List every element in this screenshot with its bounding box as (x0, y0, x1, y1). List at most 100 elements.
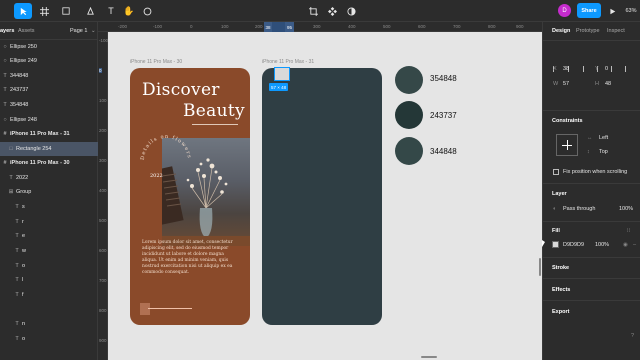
tab-assets[interactable]: Assets (18, 28, 35, 34)
ruler-tick: 900 (99, 338, 107, 343)
shape-tool-button[interactable] (58, 3, 74, 19)
ellipse-icon: ○ (3, 117, 7, 123)
layer-label: r (22, 219, 24, 225)
mouse-cursor-icon (542, 240, 545, 247)
layer-frame-31[interactable]: # iPhone 11 Pro Max - 31 (0, 127, 98, 141)
pen-tool-button[interactable] (82, 3, 98, 19)
frame-icon: # (3, 131, 7, 137)
help-icon[interactable]: ? (631, 333, 634, 339)
move-tool-button[interactable] (14, 3, 32, 19)
align-center-icon[interactable] (568, 66, 576, 72)
ruler-tick: 800 (99, 308, 107, 313)
ruler-tick: 100 (221, 24, 229, 29)
swatch-344848[interactable] (395, 137, 423, 165)
y-input[interactable]: 0 (605, 66, 608, 72)
eye-icon[interactable]: ◉ (623, 242, 628, 248)
align-bottom-icon[interactable] (625, 66, 633, 72)
layer-item[interactable]: Tl (0, 273, 98, 287)
ruler-tick: 500 (99, 218, 107, 223)
ruler-tick: 600 (99, 248, 107, 253)
layer-item[interactable]: Tn (0, 317, 98, 331)
horizontal-constraint-select[interactable]: Left (599, 135, 608, 141)
layer-item[interactable]: ○ Ellipse 249 (0, 54, 98, 68)
fix-position-checkbox[interactable] (553, 169, 559, 175)
title-divider (192, 124, 238, 125)
frame-label-30[interactable]: iPhone 11 Pro Max - 30 (130, 59, 182, 65)
blend-mode-select[interactable]: Pass through (563, 206, 595, 212)
title-beauty: Beauty (183, 101, 245, 121)
layer-item[interactable]: Tr (0, 215, 98, 229)
ruler-tick: 800 (488, 24, 496, 29)
vertical-scrollbar[interactable] (539, 258, 541, 276)
x-input[interactable]: 38 (563, 66, 569, 72)
layer-label: o (22, 263, 26, 269)
align-middle-icon[interactable] (611, 66, 619, 72)
height-input[interactable]: 48 (605, 81, 611, 87)
component-button[interactable] (306, 3, 320, 19)
horizontal-scrollbar[interactable] (421, 356, 437, 358)
layer-item[interactable]: To (0, 259, 98, 273)
fill-opacity-input[interactable]: 100% (595, 242, 609, 248)
present-button[interactable] (606, 3, 618, 19)
separator (543, 300, 640, 301)
frame-iphone-31[interactable] (262, 68, 382, 325)
layer-item[interactable]: T 344848 (0, 69, 98, 83)
selection-size-tag: 57 × 48 (269, 83, 289, 91)
swatch-354848[interactable] (395, 66, 423, 94)
rectangle-254-selected[interactable] (274, 67, 290, 81)
ruler-tick: 300 (99, 158, 107, 163)
frame-tool-button[interactable] (36, 3, 52, 19)
layer-item[interactable]: T 243737 (0, 83, 98, 97)
user-avatar[interactable]: D (558, 4, 571, 17)
tab-prototype[interactable]: Prototype (576, 28, 600, 34)
layer-item[interactable]: Ts (0, 200, 98, 214)
layer-frame-30[interactable]: # iPhone 11 Pro Max - 30 (0, 156, 98, 170)
layer-item[interactable]: ○ Ellipse 250 (0, 40, 98, 54)
zoom-level[interactable]: 63% (622, 3, 640, 19)
tab-layers[interactable]: ayers (0, 28, 14, 34)
layer-item[interactable]: Tw (0, 244, 98, 258)
layer-opacity-input[interactable]: 100% (619, 206, 633, 212)
layer-item[interactable]: T 2022 (0, 171, 98, 185)
stroke-title[interactable]: Stroke (552, 265, 569, 271)
text-layer-icon: T (15, 248, 19, 254)
layer-item[interactable]: Te (0, 229, 98, 243)
layer-item[interactable]: T 354848 (0, 98, 98, 112)
hand-tool-button[interactable]: ✋ (122, 3, 136, 19)
frame-label-31[interactable]: iPhone 11 Pro Max - 31 (262, 59, 314, 65)
design-canvas[interactable]: iPhone 11 Pro Max - 30 iPhone 11 Pro Max… (108, 32, 542, 360)
tab-inspect[interactable]: Inspect (607, 28, 625, 34)
share-button[interactable]: Share (577, 3, 601, 18)
w-label: W (553, 81, 559, 87)
layer-rectangle-254[interactable]: □ Rectangle 254 (0, 142, 98, 156)
ruler-tick: 100 (99, 98, 107, 103)
contrast-button[interactable] (344, 3, 358, 19)
fill-styles-icon[interactable]: ⁞⁞ (627, 228, 630, 234)
layer-item[interactable]: ○ Ellipse 248 (0, 113, 98, 127)
ruler-tick: 700 (453, 24, 461, 29)
layer-label: Rectangle 254 (16, 146, 52, 152)
tab-design[interactable]: Design (552, 28, 570, 34)
page-selector[interactable]: Page 1 (70, 28, 87, 34)
export-title[interactable]: Export (552, 309, 569, 315)
fill-hex-input[interactable]: D9D9D9 (563, 242, 584, 248)
cta-arrow-button[interactable] (140, 303, 192, 315)
layer-label: Ellipse 248 (10, 117, 37, 123)
layer-item[interactable]: To (0, 332, 98, 346)
effects-title[interactable]: Effects (552, 287, 570, 293)
align-right-icon[interactable] (583, 66, 591, 72)
fill-color-swatch[interactable] (552, 241, 559, 248)
text-layer-icon: T (15, 204, 19, 210)
width-input[interactable]: 57 (563, 81, 569, 87)
minus-icon[interactable]: – (633, 242, 636, 248)
comment-tool-button[interactable] (140, 3, 154, 19)
create-component-button[interactable] (325, 3, 339, 19)
frame-iphone-30[interactable]: Discover Beauty Details on flowers 2022 … (130, 68, 250, 325)
constraint-widget[interactable] (556, 134, 578, 156)
layer-item[interactable]: Tf (0, 288, 98, 302)
swatch-243737[interactable] (395, 101, 423, 129)
vertical-constraint-select[interactable]: Top (599, 149, 608, 155)
text-tool-button[interactable]: T (104, 3, 118, 19)
chevron-down-icon[interactable]: ⌄ (91, 28, 96, 34)
layer-item[interactable]: ⊞ Group (0, 185, 98, 199)
